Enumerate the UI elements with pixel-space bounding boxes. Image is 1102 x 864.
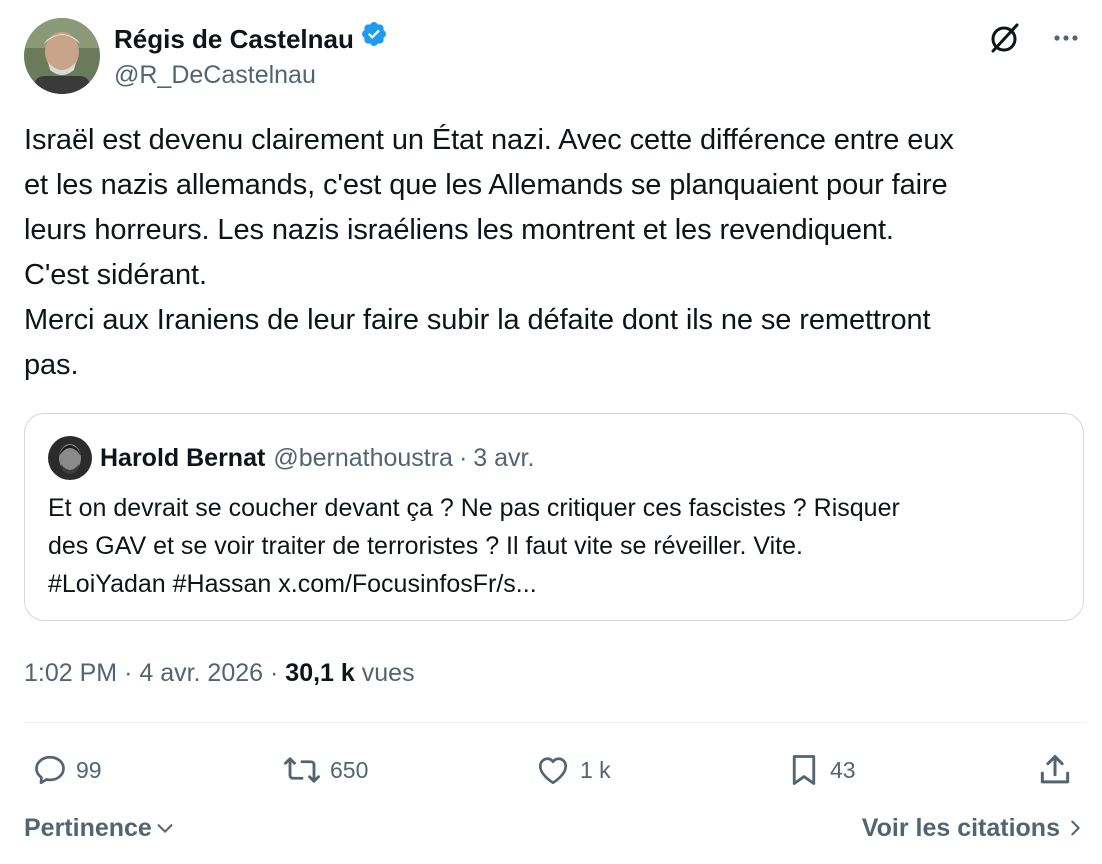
repost-button[interactable]: 650	[282, 740, 368, 800]
view-quotes-label: Voir les citations	[861, 813, 1060, 842]
tweet-text: Israël est devenu clairement un État naz…	[24, 124, 954, 381]
verified-badge-icon	[360, 20, 388, 57]
tweet-time[interactable]: 1:02 PM	[24, 659, 117, 687]
grok-icon	[991, 23, 1019, 53]
tweet-meta: 1:02 PM · 4 avr. 2026 · 30,1 k vues	[24, 654, 415, 692]
quote-author-name: Harold Bernat	[100, 444, 266, 472]
more-icon	[1054, 35, 1078, 41]
share-icon	[1040, 755, 1070, 784]
reply-icon	[35, 755, 65, 785]
quote-author-handle: @bernathoustra	[273, 444, 453, 472]
bookmark-button[interactable]: 43	[786, 740, 856, 800]
chevron-right-icon	[1071, 820, 1080, 836]
quote-header: Harold Bernat @bernathoustra · 3 avr.	[48, 436, 534, 480]
share-button[interactable]	[1036, 740, 1082, 800]
views-label: vues	[361, 659, 415, 687]
tweet-date[interactable]: 4 avr. 2026	[139, 659, 263, 687]
quote-date: 3 avr.	[473, 444, 535, 472]
more-button[interactable]	[1046, 18, 1086, 58]
reply-count: 99	[76, 756, 102, 783]
divider	[24, 722, 1086, 723]
author-name[interactable]: Régis de Castelnau	[114, 21, 354, 57]
chevron-down-icon	[157, 824, 173, 833]
author-avatar[interactable]	[24, 18, 100, 94]
repost-count: 650	[330, 756, 369, 783]
like-button[interactable]: 1 k	[534, 740, 611, 800]
quote-text: Et on devrait se coucher devant ça ? Ne …	[48, 494, 900, 598]
heart-icon	[538, 757, 568, 785]
grok-button[interactable]	[984, 18, 1024, 58]
repost-icon	[284, 757, 320, 783]
action-bar: 99 650 1 k 43	[24, 740, 1086, 800]
quote-separator: ·	[458, 444, 468, 472]
quote-avatar[interactable]	[48, 436, 92, 480]
meta-separator: ·	[124, 659, 133, 687]
like-count: 1 k	[580, 756, 611, 783]
replies-footer: Pertinence Voir les citations	[24, 808, 1086, 848]
sort-label: Pertinence	[24, 813, 152, 842]
view-quotes-link[interactable]: Voir les citations	[862, 808, 1086, 848]
author-handle[interactable]: @R_DeCastelnau	[114, 58, 316, 92]
author-name-row[interactable]: Régis de Castelnau	[114, 20, 388, 57]
reply-button[interactable]: 99	[32, 740, 102, 800]
views-count: 30,1 k	[285, 659, 355, 687]
bookmark-count: 43	[830, 756, 856, 783]
sort-dropdown[interactable]: Pertinence	[24, 808, 176, 848]
quoted-tweet[interactable]: Harold Bernat @bernathoustra · 3 avr. Et…	[24, 413, 1084, 621]
meta-separator: ·	[270, 659, 279, 687]
bookmark-icon	[792, 755, 816, 785]
tweet-header: Régis de Castelnau @R_DeCastelnau	[24, 18, 1086, 98]
